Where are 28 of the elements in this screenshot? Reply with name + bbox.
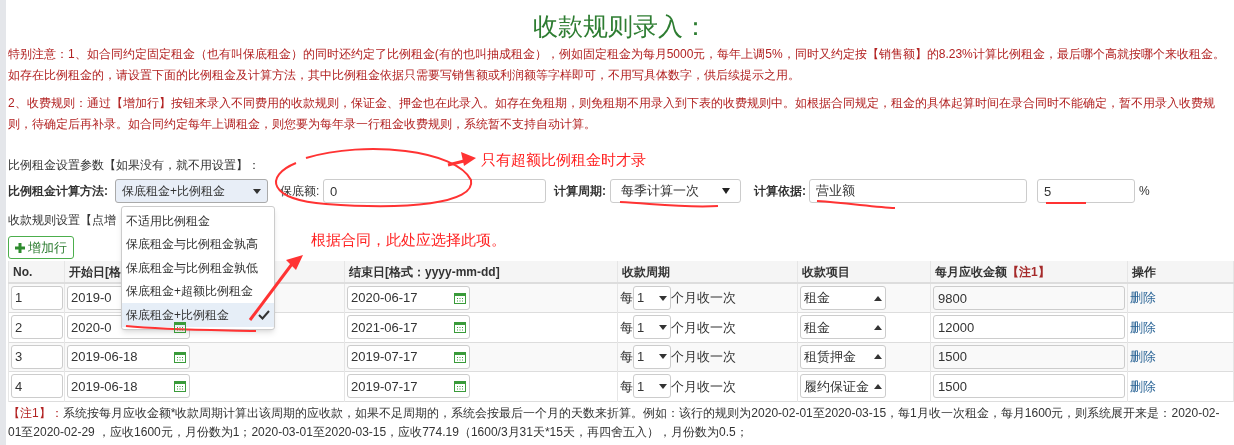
cell-text: 个月收一次 bbox=[671, 348, 736, 366]
note-text: 2、收费规则：通过【增加行】按钮来录入不同费用的收款规则，保证金、押金也在此录入。如存在免租期，则免租期不用录入到下表的收费规则中。如根据合同规定，租金的具体起算时间在录合同时不能确定，暂不用录入收费规则，待确定后再补录。如合同约定每年上调租金，则您要为每年录一行租金收费规则，系统暂不支持自动计算。 bbox=[8, 95, 1216, 133]
column-header: No. bbox=[13, 264, 33, 279]
column-header: 操作 bbox=[1132, 264, 1156, 279]
section-heading: 比例租金设置参数【如果没有，就不用设置】： bbox=[8, 157, 260, 174]
cell-text: 每 bbox=[620, 348, 633, 366]
section-heading: 收款规则设置【点增 bbox=[8, 212, 116, 229]
column-header: 结束日[格式：yyyy-mm-dd] bbox=[349, 264, 500, 279]
cell-text: 每 bbox=[620, 377, 633, 396]
cell-text: 个月收一次 bbox=[671, 289, 736, 308]
cell-text: 每 bbox=[620, 289, 633, 308]
field-label: 比例租金计算方法: bbox=[8, 183, 109, 200]
column-header: 每月应收金额 bbox=[935, 264, 1007, 279]
note-mark: 【注1】 bbox=[1007, 264, 1050, 279]
column-header: 收款周期 bbox=[622, 264, 670, 279]
footnote-text: 【注1】：系统按每月应收金额*收款周期计算出该周期的应收款，如果不足周期的，系统会按最后一个月的天数来折算。例如：该行的规则为2020-02-01至2020-03-15，每1月收一次租金，每月1600元，则系统展开来是：2020-02-01至2020-02-29 ，应收1600元，月份数为1；2020-03-01至2020-03-15，应收774.19（1600/3月31天*15天，再四舍五入），月份数为0.5； bbox=[8, 404, 1221, 441]
column-header: 收款项目 bbox=[802, 264, 850, 279]
cell-text: 每 bbox=[620, 318, 633, 337]
annotation-text: 只有超额比例租金时才录 bbox=[481, 150, 646, 170]
annotation-text: 根据合同，此处应选择此项。 bbox=[311, 230, 506, 250]
field-label: 计算依据: bbox=[754, 183, 807, 200]
cell-text: 个月收一次 bbox=[671, 377, 736, 396]
unit-label: % bbox=[1139, 183, 1150, 200]
field-label: 计算周期: bbox=[554, 183, 607, 200]
column-header: 开始日[格 bbox=[69, 264, 121, 279]
page-title: 收款规则录入： bbox=[532, 12, 708, 40]
cell-text: 个月收一次 bbox=[671, 318, 736, 337]
note-text: 特别注意：1、如合同约定固定租金（也有叫保底租金）的同时还约定了比例租金(有的也叫抽成租金），例如固定租金为每月5000元，每年上调5%，同时又约定按【销售额】的8.23%计算比例租金，最后哪个高就按哪个来收租金。如存在比例租金的，请设置下面的比例租金及计算方法，其中比例租金依据只需要写销售额或利润额等字样即可，不用写具体数字，供后续提示之用。 bbox=[8, 46, 1226, 84]
